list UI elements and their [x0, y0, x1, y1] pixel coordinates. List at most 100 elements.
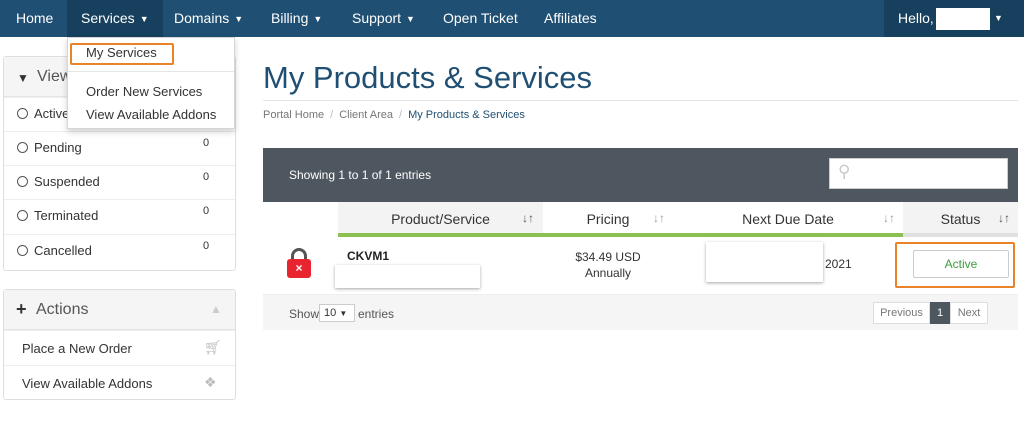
sort-icon: ↓↑ — [653, 211, 665, 225]
filter-count: 0 — [203, 171, 210, 183]
username-redaction — [936, 8, 990, 30]
nav-home[interactable]: Home — [2, 0, 67, 37]
product-name[interactable]: CKVM1 — [347, 249, 389, 263]
col-next-due-date[interactable]: Next Due Date ↓↑ — [673, 202, 903, 237]
chevron-up-icon[interactable]: ▲ — [210, 302, 222, 316]
col-icon-header — [263, 202, 338, 237]
nav-services-label: Services — [81, 10, 135, 26]
action-place-new-order[interactable]: Place a New Order 🛒︎ — [4, 330, 235, 365]
product-pricing: $34.49 USD Annually — [553, 249, 663, 281]
chevron-down-icon: ▼ — [339, 309, 348, 318]
filter-pending[interactable]: Pending 0 — [4, 131, 235, 165]
filter-count: 0 — [203, 205, 210, 217]
sort-icon: ↓↑ — [998, 211, 1010, 225]
billing-cycle: Annually — [584, 266, 632, 280]
nav-domains[interactable]: Domains ▼ — [160, 0, 257, 37]
showing-entries-info: Showing 1 to 1 of 1 entries — [289, 168, 432, 182]
filter-label: Suspended — [34, 174, 100, 189]
action-view-available-addons[interactable]: View Available Addons ❖ — [4, 365, 235, 400]
pagination-previous[interactable]: Previous — [873, 302, 930, 324]
actions-panel-header[interactable]: + Actions ▲ — [4, 290, 235, 330]
user-menu[interactable]: Hello, ▼ — [884, 0, 1024, 37]
action-label: Place a New Order — [22, 341, 132, 356]
hello-label: Hello, — [898, 10, 934, 26]
column-label: Next Due Date — [742, 211, 834, 227]
nav-open-ticket[interactable]: Open Ticket — [429, 0, 532, 37]
breadcrumb-client-area[interactable]: Client Area — [339, 109, 393, 121]
services-dropdown-menu: My Services Order New Services View Avai… — [67, 37, 235, 129]
nav-support[interactable]: Support ▼ — [338, 0, 429, 37]
nav-affiliates-label: Affiliates — [544, 10, 597, 26]
nav-billing-label: Billing — [271, 10, 309, 26]
table-footer: Show 10 ▼ entries Previous 1 Next — [263, 295, 1018, 330]
menu-divider — [68, 71, 234, 72]
page-title: My Products & Services — [263, 60, 593, 95]
menu-item-order-new-services[interactable]: Order New Services — [86, 84, 202, 99]
col-pricing[interactable]: Pricing ↓↑ — [543, 202, 673, 237]
due-date-year: 2021 — [825, 257, 852, 271]
nav-billing[interactable]: Billing ▼ — [257, 0, 336, 37]
nav-affiliates[interactable]: Affiliates — [530, 0, 611, 37]
pagination-next[interactable]: Next — [950, 302, 988, 324]
filter-label: Cancelled — [34, 243, 92, 258]
caret-down-icon: ▼ — [313, 14, 323, 24]
filter-count: 0 — [203, 240, 210, 252]
caret-down-icon: ▼ — [234, 14, 244, 24]
actions-panel: + Actions ▲ Place a New Order 🛒︎ View Av… — [3, 289, 236, 400]
table-search-input[interactable]: ⚲ — [829, 158, 1008, 189]
radio-icon[interactable] — [17, 142, 28, 153]
domain-redaction — [335, 265, 480, 288]
nav-domains-label: Domains — [174, 10, 230, 26]
col-product-service[interactable]: Product/Service ↓↑ — [338, 202, 543, 237]
breadcrumb: Portal Home / Client Area / My Products & Se… — [263, 109, 525, 121]
nav-support-label: Support — [352, 10, 402, 26]
sort-asc-icon: ↓↑ — [522, 211, 534, 225]
radio-icon[interactable] — [17, 176, 28, 187]
top-navbar: Home Services ▼ Domains ▼ Billing ▼ Support… — [0, 0, 1024, 37]
filter-count: 0 — [203, 137, 210, 149]
column-label: Product/Service — [391, 211, 490, 227]
radio-icon[interactable] — [17, 210, 28, 221]
filter-terminated[interactable]: Terminated 0 — [4, 199, 235, 233]
filter-label: Active — [34, 106, 70, 121]
menu-item-my-services[interactable]: My Services — [86, 45, 157, 60]
col-status[interactable]: Status ↓↑ — [903, 202, 1018, 237]
filter-icon: ▼ — [17, 71, 29, 85]
lock-body: × — [287, 259, 311, 278]
actions-panel-title: Actions — [36, 301, 89, 318]
cubes-icon: ❖ — [204, 374, 217, 390]
caret-down-icon: ▼ — [994, 13, 1003, 23]
filter-suspended[interactable]: Suspended 0 — [4, 165, 235, 199]
radio-icon[interactable] — [17, 108, 28, 119]
breadcrumb-portal-home[interactable]: Portal Home — [263, 109, 324, 121]
search-icon: ⚲ — [838, 162, 851, 181]
nav-home-label: Home — [16, 10, 54, 26]
pagination-page-1[interactable]: 1 — [930, 302, 950, 324]
table-row[interactable]: × CKVM1 $34.49 USD Annually 2021 Active — [263, 237, 1018, 295]
nav-open-ticket-label: Open Ticket — [443, 10, 518, 26]
action-label: View Available Addons — [22, 376, 153, 391]
status-badge[interactable]: Active — [913, 250, 1009, 278]
page-length-select[interactable]: 10 ▼ — [319, 304, 355, 322]
filter-label: Pending — [34, 140, 82, 155]
price-amount: $34.49 USD — [575, 250, 641, 264]
page-length-value: 10 — [324, 307, 337, 319]
radio-icon[interactable] — [17, 245, 28, 256]
filter-cancelled[interactable]: Cancelled 0 — [4, 234, 235, 268]
due-date-redaction — [706, 242, 823, 282]
breadcrumb-separator: / — [330, 109, 334, 121]
breadcrumb-separator: / — [399, 109, 403, 121]
nav-services[interactable]: Services ▼ — [67, 0, 163, 37]
title-divider — [263, 100, 1018, 101]
caret-down-icon: ▼ — [406, 14, 415, 24]
table-toolbar: Showing 1 to 1 of 1 entries ⚲ — [263, 148, 1018, 202]
show-label: Show — [289, 307, 320, 321]
caret-down-icon: ▼ — [139, 14, 149, 24]
table-header: Product/Service ↓↑ Pricing ↓↑ Next Due D… — [263, 202, 1018, 237]
sort-icon: ↓↑ — [883, 211, 895, 225]
menu-item-view-available-addons[interactable]: View Available Addons — [86, 107, 216, 122]
lock-icon: × — [287, 248, 311, 278]
plus-icon: + — [16, 299, 27, 319]
entries-label: entries — [358, 307, 395, 321]
breadcrumb-current: My Products & Services — [408, 109, 525, 121]
